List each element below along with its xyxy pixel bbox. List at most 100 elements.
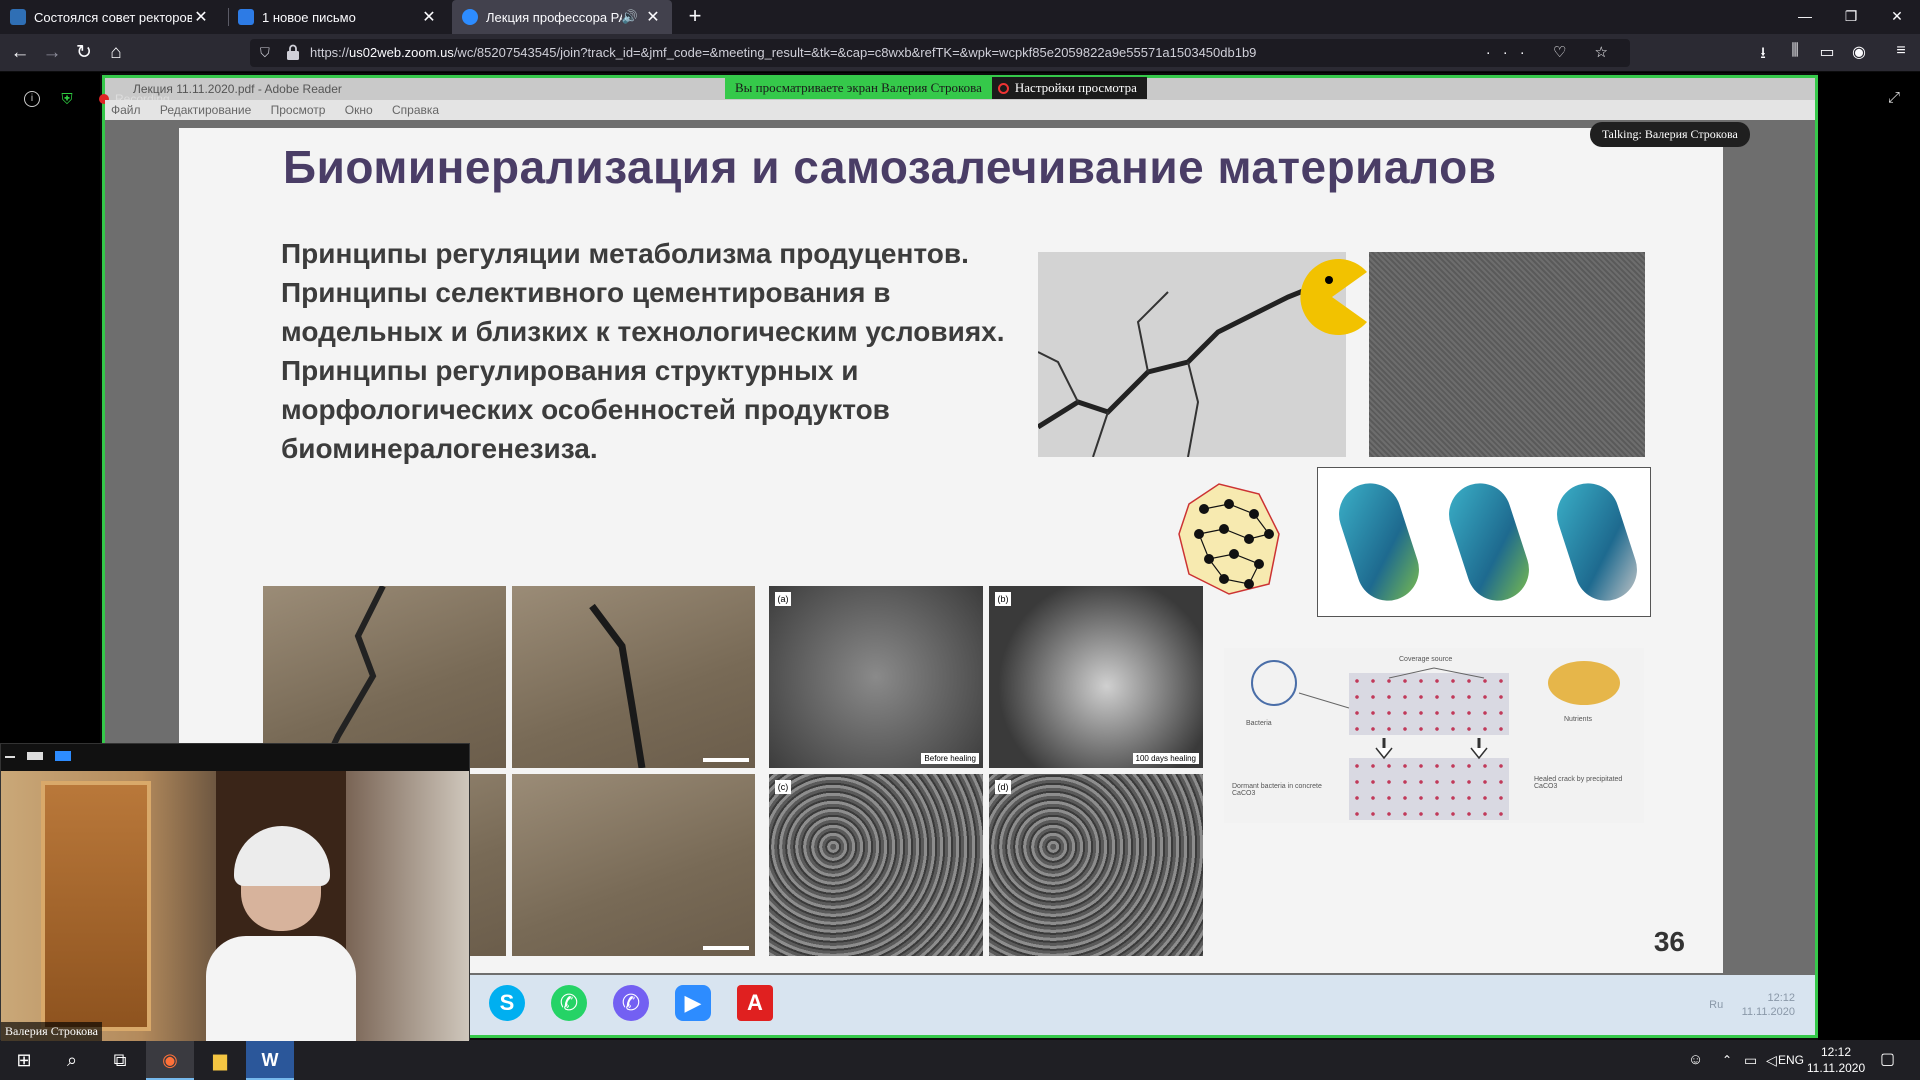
menu-window[interactable]: Окно — [345, 103, 373, 117]
close-tab-icon[interactable]: ✕ — [192, 7, 210, 27]
screen: Состоялся совет ректоров вуз ✕ 1 новое п… — [0, 0, 1920, 1080]
stone-crack-image — [263, 586, 506, 768]
participant-name: Валерия Строкова — [1, 1022, 102, 1041]
sem-image-a: (a) Before healing — [769, 586, 983, 768]
bacterium-icon — [1548, 475, 1646, 609]
clock-date: 11.11.2020 — [1806, 1061, 1866, 1075]
new-tab-button[interactable]: + — [680, 0, 710, 34]
clock-time: 12:12 — [1820, 1045, 1852, 1059]
navigation-bar: ← → ↻ ⌂ ⛉ https://us02web.zoom.us/wc/852… — [0, 34, 1920, 72]
pacman-icon — [1300, 259, 1367, 335]
minimize-button[interactable]: — — [1782, 0, 1828, 34]
news-favicon-icon — [10, 9, 26, 25]
network-icon[interactable]: ▭ — [1744, 1040, 1757, 1080]
bacterium-icon — [1440, 475, 1538, 609]
sem-image-d: (d) — [989, 774, 1203, 956]
firefox-icon[interactable]: ◉ — [146, 1040, 194, 1080]
url-bar[interactable]: ⛉ https://us02web.zoom.us/wc/85207543545… — [250, 39, 1630, 67]
zoom-app-icon: ▶ — [675, 985, 711, 1021]
tab-news[interactable]: Состоялся совет ректоров вуз ✕ — [0, 0, 220, 34]
mail-favicon-icon — [238, 9, 254, 25]
speaker-icon[interactable]: 🔊 — [622, 9, 638, 25]
view-options-icon — [997, 82, 1009, 94]
close-window-button[interactable]: ✕ — [1874, 0, 1920, 34]
right-rail — [1818, 73, 1920, 1040]
gallery-view-icon[interactable] — [27, 752, 43, 760]
viber-icon: ✆ — [613, 985, 649, 1021]
screen-share-banner: Вы просматриваете экран Валерия Строкова… — [725, 77, 1147, 99]
participant-video-panel[interactable]: Валерия Строкова — [0, 743, 470, 1041]
notifications-icon[interactable]: ▢ — [1880, 1040, 1895, 1080]
minimize-video-icon[interactable] — [5, 756, 15, 758]
reader-menu-bar: Файл Редактирование Просмотр Окно Справк… — [105, 100, 1815, 120]
restore-button[interactable]: ❐ — [1828, 0, 1874, 34]
tab-mail[interactable]: 1 новое письмо ✕ — [228, 0, 448, 34]
sidebar-icon[interactable]: ▭ — [1816, 42, 1838, 62]
file-explorer-icon[interactable]: ▆ — [196, 1040, 244, 1080]
slide-page-number: 36 — [1653, 926, 1685, 957]
people-icon[interactable]: ☺ — [1688, 1040, 1703, 1080]
bullet-item: Принципы регулирования структурных и мор… — [281, 355, 890, 464]
close-tab-icon[interactable]: ✕ — [644, 7, 662, 27]
reload-button[interactable]: ↻ — [70, 40, 98, 66]
stone-crack-image — [512, 586, 755, 768]
concrete-surface-image — [1369, 252, 1645, 457]
library-icon[interactable]: ⫼ — [1784, 42, 1806, 60]
shared-tray: Ru 12:12 11.11.2020 — [1709, 992, 1795, 1018]
menu-file[interactable]: Файл — [111, 103, 141, 117]
tab-title: 1 новое письмо — [262, 9, 356, 25]
share-banner-text: Вы просматриваете экран Валерия Строкова — [725, 77, 992, 99]
home-button[interactable]: ⌂ — [102, 40, 130, 66]
participant-video: Валерия Строкова — [1, 771, 469, 1041]
skype-icon: S — [489, 985, 525, 1021]
zoom-favicon-icon — [462, 9, 478, 25]
page-actions-icon[interactable]: ··· ♡ ☆ — [1486, 43, 1620, 61]
start-icon[interactable]: ⊞ — [0, 1040, 48, 1080]
menu-help[interactable]: Справка — [392, 103, 439, 117]
close-tab-icon[interactable]: ✕ — [420, 7, 438, 27]
stone-healed-image — [512, 774, 755, 956]
forward-button[interactable]: → — [38, 40, 66, 66]
talking-indicator: Talking: Валерия Строкова — [1590, 122, 1750, 147]
self-healing-diagram: Coverage source Bacteria Nutrients Dorma… — [1224, 648, 1644, 823]
speaker-view-icon[interactable] — [55, 751, 71, 761]
task-view-icon[interactable]: ⧉ — [96, 1040, 144, 1080]
windows-taskbar: ⊞ ⌕ ⧉ ◉ ▆ W ☺ ⌃ ▭ ◁ ENG 12:12 11.11.2020 — [0, 1040, 1920, 1080]
tab-title: Состоялся совет ректоров вуз — [34, 9, 192, 25]
account-icon[interactable]: ◉ — [1848, 42, 1870, 62]
bacteria-illustration — [1317, 467, 1651, 617]
bullet-item: Принципы селективного цементирования в м… — [281, 277, 1005, 347]
url-text[interactable]: https://us02web.zoom.us/wc/85207543545/j… — [310, 45, 1256, 60]
tray-expand-icon[interactable]: ⌃ — [1722, 1040, 1732, 1080]
menu-icon[interactable]: ≡ — [1890, 42, 1912, 60]
menu-view[interactable]: Просмотр — [271, 103, 326, 117]
menu-edit[interactable]: Редактирование — [160, 103, 251, 117]
participant-figure — [196, 826, 366, 1041]
whatsapp-icon: ✆ — [551, 985, 587, 1021]
bullet-item: Принципы регуляции метаболизма продуцент… — [281, 238, 969, 269]
volume-icon[interactable]: ◁ — [1766, 1040, 1777, 1080]
slide-title: Биоминерализация и самозалечивание матер… — [283, 141, 1497, 193]
calcite-lattice-icon — [1178, 483, 1280, 595]
sem-image-b: (b) 100 days healing — [989, 586, 1203, 768]
acrobat-icon: A — [737, 985, 773, 1021]
video-panel-toolbar — [1, 744, 469, 771]
downloads-icon[interactable]: ⭳ — [1752, 42, 1774, 69]
tracking-shield-icon[interactable]: ⛉ — [260, 45, 270, 61]
view-options-button[interactable]: Настройки просмотра — [991, 77, 1147, 99]
back-button[interactable]: ← — [6, 40, 34, 66]
search-icon[interactable]: ⌕ — [48, 1040, 96, 1080]
sem-image-c: (c) — [769, 774, 983, 956]
bacterium-icon — [1330, 475, 1428, 609]
fullscreen-icon[interactable]: ⤢ — [1888, 89, 1900, 106]
lock-icon[interactable] — [286, 44, 300, 61]
browser-tab-strip: Состоялся совет ректоров вуз ✕ 1 новое п… — [0, 0, 1920, 34]
encryption-shield-icon[interactable]: ⛨ — [58, 91, 76, 109]
tab-lecture[interactable]: Лекция профессора РАН 🔊 ✕ — [452, 0, 672, 34]
info-icon[interactable]: i — [24, 91, 40, 107]
background-door — [41, 781, 151, 1031]
shared-clock-time: 12:12 — [1767, 992, 1795, 1004]
word-icon[interactable]: W — [246, 1040, 294, 1080]
slide-bullets: Принципы регуляции метаболизма продуцент… — [281, 234, 1041, 468]
system-clock[interactable]: 12:12 11.11.2020 — [1800, 1044, 1872, 1076]
